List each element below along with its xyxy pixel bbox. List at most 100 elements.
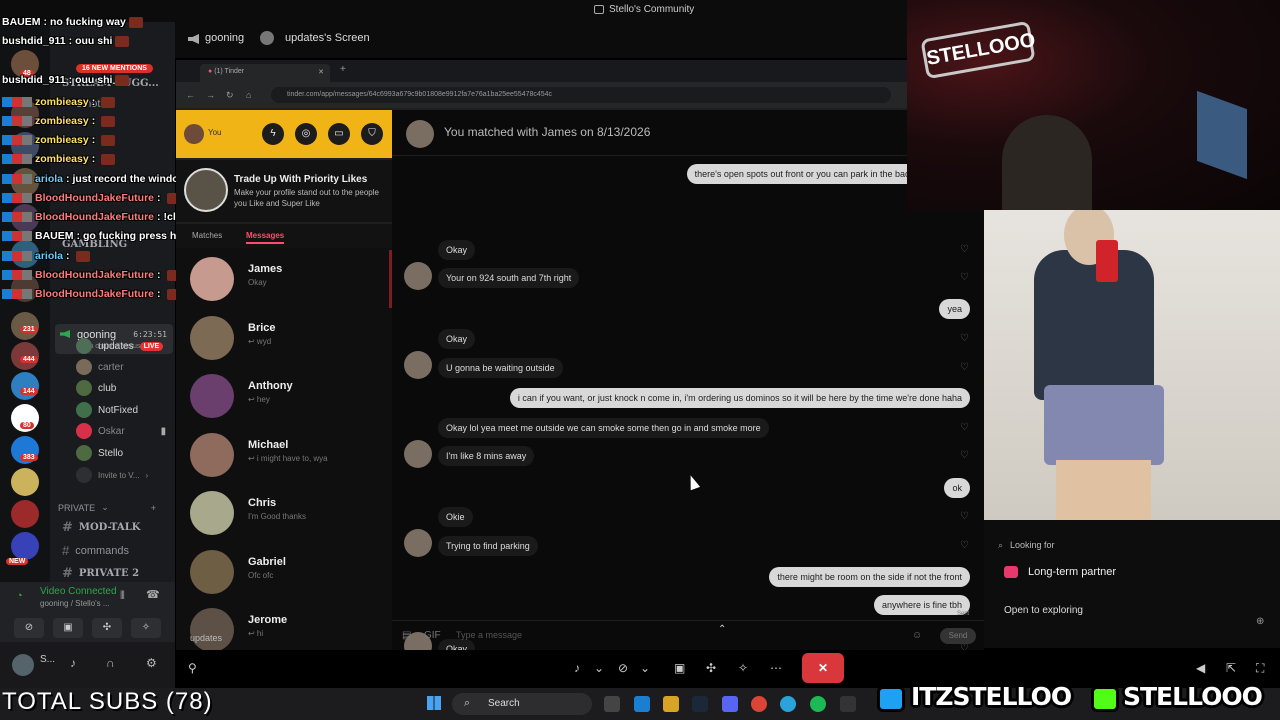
voice-user-updates[interactable]: updates LIVE: [76, 338, 164, 354]
noise-suppression-icon[interactable]: ⦀: [120, 590, 125, 603]
shield-icon[interactable]: ⛉: [361, 123, 383, 145]
sent-message[interactable]: there's open spots out front or you can …: [686, 164, 922, 184]
received-message[interactable]: I'm like 8 mins away: [438, 446, 535, 466]
briefcase-icon[interactable]: ▭: [328, 123, 350, 145]
volume-icon[interactable]: ◀: [1196, 656, 1205, 680]
soundboard-icon[interactable]: ✧: [738, 656, 748, 680]
activities-button[interactable]: ✣: [92, 618, 122, 638]
chevron-up-icon[interactable]: ⌃: [718, 618, 726, 642]
conversation-item[interactable]: James Okay: [176, 250, 392, 308]
sent-message[interactable]: anywhere is fine tbh: [873, 595, 970, 615]
forward-icon[interactable]: →: [206, 90, 215, 100]
chevron-down-icon[interactable]: ⌄: [640, 656, 650, 680]
like-heart-icon[interactable]: ♡: [960, 511, 969, 522]
like-heart-icon[interactable]: ♡: [960, 333, 969, 344]
like-heart-icon[interactable]: ♡: [960, 362, 969, 373]
channel-private-2[interactable]: # PRIVATE 2: [62, 566, 139, 581]
headphones-icon[interactable]: ∩: [106, 656, 115, 670]
boost-icon[interactable]: ϟ: [262, 123, 284, 145]
voice-user-stello[interactable]: Stello: [76, 445, 123, 461]
received-message[interactable]: Okay lol yea meet me outside we can smok…: [438, 418, 769, 438]
pop-out-icon[interactable]: ⇱: [1226, 656, 1236, 680]
reload-icon[interactable]: ↻: [226, 90, 234, 101]
add-person-icon[interactable]: ⚲: [188, 656, 197, 680]
received-message[interactable]: Your on 924 south and 7th right: [438, 268, 580, 288]
file-explorer-icon[interactable]: [663, 696, 679, 712]
spotify-icon[interactable]: [810, 696, 826, 712]
chevron-down-icon[interactable]: ⌄: [594, 656, 604, 680]
edge-icon[interactable]: [634, 696, 650, 712]
emoji-icon[interactable]: ☺: [912, 630, 922, 641]
server-icon-13[interactable]: [11, 468, 39, 496]
back-icon[interactable]: ←: [186, 90, 195, 100]
microphone-icon[interactable]: ♪: [574, 656, 580, 680]
camera-off-button[interactable]: ⊘: [14, 618, 44, 638]
activities-icon[interactable]: ✣: [706, 656, 716, 680]
screen-share-button[interactable]: ▣: [53, 618, 83, 638]
conversation-item[interactable]: Michael ↩ i might have to, wya: [176, 426, 392, 484]
camera-off-icon[interactable]: ⊘: [618, 656, 628, 680]
received-message[interactable]: Okay: [438, 329, 476, 349]
send-button[interactable]: Send: [940, 628, 976, 644]
server-icon-10[interactable]: [11, 372, 39, 400]
voice-user-oskar[interactable]: Oskar ▮: [76, 423, 166, 439]
epic-games-icon[interactable]: [840, 696, 856, 712]
close-tab-icon[interactable]: ✕: [318, 68, 324, 76]
home-icon[interactable]: ⌂: [246, 90, 251, 100]
zoom-icon[interactable]: ⊕: [1256, 616, 1264, 627]
end-call-button[interactable]: ✕: [802, 653, 844, 683]
tab-matches[interactable]: Matches: [192, 231, 222, 240]
received-message[interactable]: U gonna be waiting outside: [438, 358, 563, 378]
like-heart-icon[interactable]: ♡: [960, 272, 969, 283]
like-heart-icon[interactable]: ♡: [960, 244, 969, 255]
fullscreen-icon[interactable]: ⛶: [1256, 656, 1264, 680]
server-icon-14[interactable]: [11, 500, 39, 528]
voice-user-club[interactable]: club: [76, 380, 116, 396]
voice-user-carter[interactable]: carter: [76, 359, 124, 375]
like-heart-icon[interactable]: ♡: [960, 422, 969, 433]
sent-message[interactable]: i can if you want, or just knock n come …: [509, 388, 970, 408]
explore-icon[interactable]: ◎: [295, 123, 317, 145]
steam-icon[interactable]: [692, 696, 708, 712]
settings-icon[interactable]: [604, 696, 620, 712]
priority-likes-promo[interactable]: Trade Up With Priority Likes Make your p…: [176, 160, 392, 222]
sent-message[interactable]: ok: [944, 478, 970, 498]
avatar[interactable]: [12, 654, 34, 676]
conversation-item[interactable]: Brice ↩ wyd: [176, 309, 392, 367]
more-icon[interactable]: ⋯: [770, 656, 782, 680]
microphone-icon[interactable]: ♪: [70, 656, 76, 670]
tab-messages[interactable]: Messages: [246, 231, 285, 244]
sent-message[interactable]: there might be room on the side if not t…: [769, 567, 970, 587]
discord-icon[interactable]: [722, 696, 738, 712]
invite-to-voice[interactable]: Invite to V... ›: [76, 467, 148, 483]
server-icon-15[interactable]: [11, 532, 39, 560]
received-message[interactable]: Okay: [438, 240, 476, 260]
browser-tab-tinder[interactable]: ● (1) Tinder ✕: [200, 64, 330, 82]
sent-message[interactable]: yea: [939, 299, 970, 319]
conversation-item[interactable]: Gabriel Ofc ofc: [176, 543, 392, 601]
like-heart-icon[interactable]: ♡: [960, 540, 969, 551]
gif-icon[interactable]: GIF: [424, 630, 441, 641]
message-input[interactable]: Type a message: [456, 630, 522, 640]
chrome-icon[interactable]: [751, 696, 767, 712]
channel-commands[interactable]: # commands: [62, 543, 129, 558]
voice-user-notfixed[interactable]: NotFixed: [76, 402, 138, 418]
add-channel-icon[interactable]: +: [151, 503, 156, 513]
channel-mod-talk[interactable]: # MOD-TALK: [62, 520, 140, 535]
telegram-icon[interactable]: [780, 696, 796, 712]
disconnect-icon[interactable]: ☎: [146, 588, 160, 601]
soundboard-button[interactable]: ✧: [131, 618, 161, 638]
like-heart-icon[interactable]: ♡: [960, 450, 969, 461]
windows-start-icon[interactable]: [427, 696, 441, 710]
taskbar-search[interactable]: ⌕ Search: [452, 693, 592, 715]
screen-share-icon[interactable]: ▣: [674, 656, 685, 680]
category-private[interactable]: PRIVATE ⌄ +: [58, 502, 156, 513]
received-message[interactable]: Trying to find parking: [438, 536, 538, 556]
sticker-icon[interactable]: ▤: [402, 630, 411, 641]
avatar[interactable]: [184, 124, 204, 144]
url-field[interactable]: tinder.com/app/messages/64c6993a679c9b01…: [271, 87, 891, 103]
new-mentions-pill[interactable]: 16 NEW MENTIONS: [76, 64, 153, 73]
avatar[interactable]: [406, 120, 434, 148]
gear-icon[interactable]: ⚙: [146, 656, 157, 670]
conversation-item[interactable]: Anthony ↩ hey: [176, 367, 392, 425]
